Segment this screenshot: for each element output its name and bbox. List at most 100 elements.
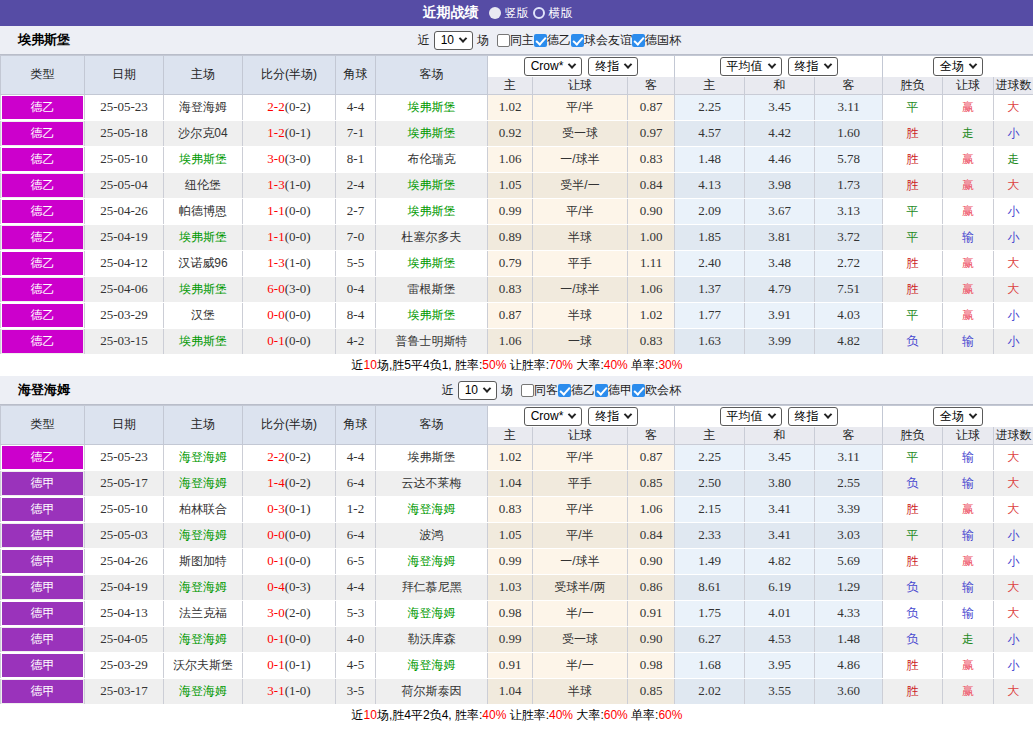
recent-results-page: 近期战绩 竖版横版 埃弗斯堡 近10场同主德乙球会友谊德国杯 类型 日期 主场 … bbox=[0, 0, 1033, 726]
filter-checkbox[interactable] bbox=[558, 384, 571, 397]
asian-handicap-cell: 半/一 bbox=[533, 652, 628, 678]
league-badge: 德乙 bbox=[2, 200, 83, 223]
date-cell: 25-05-04 bbox=[85, 172, 164, 198]
asian-handicap-cell: 平/半 bbox=[533, 496, 628, 522]
asian-odds-selects: Crow* 终指 bbox=[488, 56, 675, 77]
home-team-cell: 沙尔克04 bbox=[164, 120, 243, 146]
asian-stage-select[interactable]: 终指 bbox=[588, 57, 638, 76]
filter-label: 同主 bbox=[510, 32, 534, 49]
asian-away-odds-cell: 0.90 bbox=[628, 626, 675, 652]
filter-label: 球会友谊 bbox=[584, 32, 632, 49]
euro-draw-odds-cell: 4.46 bbox=[745, 146, 815, 172]
asian-source-select[interactable]: Crow* bbox=[524, 407, 583, 426]
filter-checkbox[interactable] bbox=[632, 34, 645, 47]
date-cell: 25-04-19 bbox=[85, 574, 164, 600]
filter-checkbox[interactable] bbox=[497, 34, 510, 47]
view-mode-bar: 近期战绩 竖版横版 bbox=[0, 0, 1033, 26]
home-team-cell: 海登海姆 bbox=[164, 574, 243, 600]
team-summary: 近10场,胜4平2负4, 胜率:40% 让胜率:40% 大率:60% 单率:60… bbox=[1, 704, 1033, 726]
away-team-cell: 海登海姆 bbox=[376, 600, 488, 626]
result-handicap-cell: 赢 bbox=[943, 302, 994, 328]
match-row: 德甲25-04-19海登海姆0-4(0-3)4-4拜仁慕尼黑1.03受球半/两0… bbox=[1, 574, 1033, 600]
date-cell: 25-05-10 bbox=[85, 496, 164, 522]
col-header-euro-home: 主 bbox=[675, 427, 745, 445]
result-scope-select[interactable]: 全场 bbox=[933, 57, 983, 76]
asian-home-odds-cell: 0.91 bbox=[488, 652, 533, 678]
league-cell: 德甲 bbox=[1, 600, 85, 626]
away-team-cell: 埃弗斯堡 bbox=[376, 94, 488, 120]
match-row: 德甲25-04-26斯图加特0-1(0-0)6-5海登海姆0.99一/球半0.9… bbox=[1, 548, 1033, 574]
result-wdl-cell: 胜 bbox=[883, 146, 943, 172]
result-goals-cell: 小 bbox=[994, 328, 1033, 354]
recent-label: 近 bbox=[418, 32, 430, 49]
euro-home-odds-cell: 2.02 bbox=[675, 678, 745, 704]
corner-cell: 6-4 bbox=[336, 470, 376, 496]
team-summary: 近10场,胜5平4负1, 胜率:50% 让胜率:70% 大率:40% 单率:30… bbox=[1, 354, 1033, 376]
score-cell: 1-1(0-0) bbox=[243, 198, 336, 224]
asian-away-odds-cell: 0.87 bbox=[628, 444, 675, 470]
league-badge: 德乙 bbox=[2, 122, 83, 145]
euro-away-odds-cell: 3.11 bbox=[815, 444, 883, 470]
euro-away-odds-cell: 1.48 bbox=[815, 626, 883, 652]
chevron-down-icon bbox=[624, 411, 632, 419]
filter-checkbox[interactable] bbox=[632, 384, 645, 397]
asian-source-select[interactable]: Crow* bbox=[524, 57, 583, 76]
col-header-asian-line: 让球 bbox=[533, 77, 628, 95]
date-cell: 25-04-26 bbox=[85, 548, 164, 574]
asian-home-odds-cell: 0.99 bbox=[488, 198, 533, 224]
away-team-cell: 海登海姆 bbox=[376, 496, 488, 522]
result-scope-select[interactable]: 全场 bbox=[933, 407, 983, 426]
filter-checkbox[interactable] bbox=[595, 384, 608, 397]
filter-checkbox[interactable] bbox=[521, 384, 534, 397]
asian-home-odds-cell: 0.99 bbox=[488, 626, 533, 652]
result-goals-cell: 走 bbox=[994, 146, 1033, 172]
chevron-down-icon bbox=[969, 411, 977, 419]
home-team-cell: 海登海姆 bbox=[164, 94, 243, 120]
col-header-result-handicap: 让球 bbox=[943, 427, 994, 445]
match-row: 德甲25-04-13法兰克福3-0(2-0)5-3海登海姆0.98半/一0.91… bbox=[1, 600, 1033, 626]
match-count-select[interactable]: 10 bbox=[458, 381, 497, 400]
euro-stage-select[interactable]: 终指 bbox=[788, 407, 838, 426]
euro-source-select[interactable]: 平均值 bbox=[720, 407, 782, 426]
asian-home-odds-cell: 1.05 bbox=[488, 522, 533, 548]
asian-home-odds-cell: 0.99 bbox=[488, 548, 533, 574]
col-header-score: 比分(半场) bbox=[243, 406, 336, 445]
result-wdl-cell: 胜 bbox=[883, 496, 943, 522]
corner-cell: 1-2 bbox=[336, 496, 376, 522]
asian-away-odds-cell: 0.85 bbox=[628, 678, 675, 704]
result-handicap-cell: 赢 bbox=[943, 678, 994, 704]
asian-stage-select[interactable]: 终指 bbox=[588, 407, 638, 426]
match-count-select[interactable]: 10 bbox=[434, 31, 473, 50]
match-row: 德乙25-05-23海登海姆2-2(0-2)4-4埃弗斯堡1.02平/半0.87… bbox=[1, 94, 1033, 120]
score-cell: 3-1(1-0) bbox=[243, 678, 336, 704]
euro-away-odds-cell: 1.29 bbox=[815, 574, 883, 600]
away-team-cell: 埃弗斯堡 bbox=[376, 302, 488, 328]
asian-home-odds-cell: 0.79 bbox=[488, 250, 533, 276]
view-mode-option[interactable]: 竖版 bbox=[489, 5, 529, 22]
filter-checkbox[interactable] bbox=[534, 34, 547, 47]
result-handicap-cell: 输 bbox=[943, 600, 994, 626]
euro-home-odds-cell: 2.40 bbox=[675, 250, 745, 276]
home-team-cell: 海登海姆 bbox=[164, 444, 243, 470]
result-handicap-cell: 输 bbox=[943, 574, 994, 600]
score-cell: 0-1(0-0) bbox=[243, 626, 336, 652]
league-cell: 德乙 bbox=[1, 172, 85, 198]
asian-home-odds-cell: 1.06 bbox=[488, 146, 533, 172]
asian-away-odds-cell: 0.90 bbox=[628, 198, 675, 224]
asian-home-odds-cell: 1.02 bbox=[488, 444, 533, 470]
filter-checkbox[interactable] bbox=[571, 34, 584, 47]
radio-icon[interactable] bbox=[489, 7, 501, 19]
radio-icon[interactable] bbox=[533, 7, 545, 19]
match-row: 德甲25-05-10柏林联合0-3(0-1)1-2海登海姆0.83平/半1.06… bbox=[1, 496, 1033, 522]
date-cell: 25-04-13 bbox=[85, 600, 164, 626]
euro-source-select[interactable]: 平均值 bbox=[720, 57, 782, 76]
view-mode-option[interactable]: 横版 bbox=[533, 5, 573, 22]
match-row: 德乙25-04-26帕德博恩1-1(0-0)2-7埃弗斯堡0.99平/半0.90… bbox=[1, 198, 1033, 224]
euro-stage-select[interactable]: 终指 bbox=[788, 57, 838, 76]
match-row: 德乙25-05-10埃弗斯堡3-0(3-0)8-1布伦瑞克1.06一/球半0.8… bbox=[1, 146, 1033, 172]
home-team-cell: 帕德博恩 bbox=[164, 198, 243, 224]
euro-home-odds-cell: 2.50 bbox=[675, 470, 745, 496]
col-header-result-goals: 进球数 bbox=[994, 77, 1033, 95]
euro-draw-odds-cell: 4.82 bbox=[745, 548, 815, 574]
date-cell: 25-05-18 bbox=[85, 120, 164, 146]
